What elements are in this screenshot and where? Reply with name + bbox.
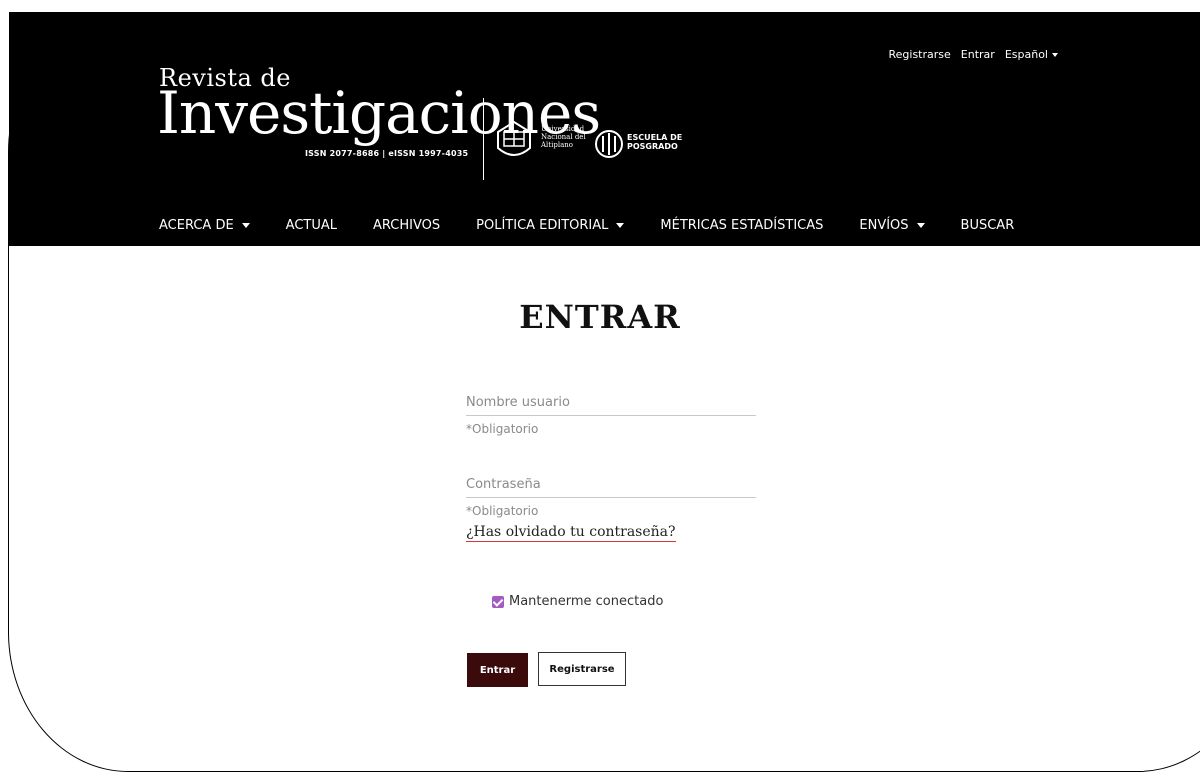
nav-item-actual[interactable]: ACTUAL bbox=[286, 218, 337, 233]
logo-issn: ISSN 2077-8686 | eISSN 1997-4035 bbox=[305, 149, 469, 158]
nav-item-acerca-de[interactable]: ACERCA DE bbox=[159, 218, 250, 233]
language-dropdown[interactable]: Español bbox=[1005, 48, 1058, 61]
login-link[interactable]: Entrar bbox=[961, 48, 995, 61]
chevron-down-icon bbox=[241, 223, 250, 228]
register-button[interactable]: Registrarse bbox=[538, 652, 626, 686]
chevron-down-icon bbox=[916, 223, 925, 228]
register-link[interactable]: Registrarse bbox=[889, 48, 951, 61]
password-required-note: *Obligatorio bbox=[466, 504, 539, 518]
nav-item-politica-editorial[interactable]: POLÍTICA EDITORIAL bbox=[476, 218, 625, 233]
page-title: ENTRAR bbox=[519, 298, 681, 336]
nav-item-buscar[interactable]: BUSCAR bbox=[961, 218, 1015, 233]
chevron-down-icon bbox=[616, 223, 625, 228]
username-field-group: *Obligatorio bbox=[466, 389, 756, 436]
school-name: ESCUELA DE POSGRADO bbox=[627, 133, 683, 151]
password-field-group: *Obligatorio bbox=[466, 471, 756, 518]
login-button[interactable]: Entrar bbox=[467, 653, 528, 687]
remember-me-checkbox[interactable]: Mantenerme conectado bbox=[492, 594, 663, 609]
language-label: Español bbox=[1004, 48, 1048, 61]
university-crest-icon bbox=[497, 120, 531, 156]
school-emblem-icon bbox=[595, 130, 623, 158]
username-required-note: *Obligatorio bbox=[466, 422, 539, 436]
checkbox-checked-icon[interactable] bbox=[492, 595, 504, 608]
remember-me-label: Mantenerme conectado bbox=[509, 594, 664, 609]
user-nav: Registrarse Entrar Español bbox=[889, 48, 1058, 61]
chevron-down-icon bbox=[1052, 53, 1058, 57]
nav-item-envios[interactable]: ENVÍOS bbox=[859, 218, 925, 233]
username-input[interactable] bbox=[466, 389, 756, 416]
logo-divider bbox=[483, 98, 484, 180]
nav-item-archivos[interactable]: ARCHIVOS bbox=[373, 218, 440, 233]
site-header: Revista de Investigaciones ISSN 2077-868… bbox=[9, 12, 1200, 246]
university-name: Universidad Nacional del Altiplano bbox=[541, 125, 586, 149]
nav-item-metricas[interactable]: MÉTRICAS ESTADÍSTICAS bbox=[660, 218, 823, 233]
main-nav: ACERCA DE ACTUAL ARCHIVOS POLÍTICA EDITO… bbox=[159, 218, 1050, 233]
password-input[interactable] bbox=[466, 471, 756, 498]
forgot-password-link[interactable]: ¿Has olvidado tu contraseña? bbox=[466, 524, 676, 542]
